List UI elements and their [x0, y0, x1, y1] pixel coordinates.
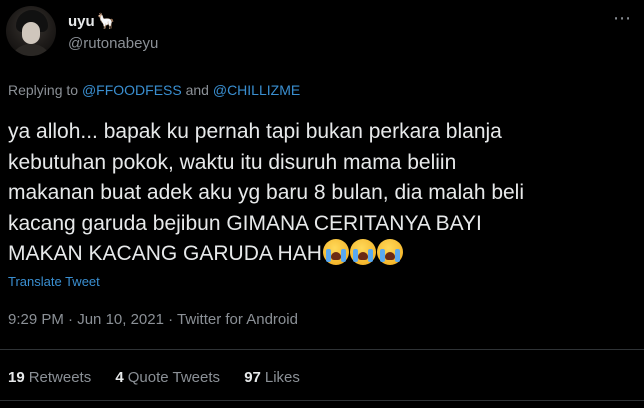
likes-stat[interactable]: 97 Likes: [244, 369, 300, 386]
avatar[interactable]: [6, 6, 56, 56]
tweet-meta: 9:29 PM · Jun 10, 2021 · Twitter for And…: [8, 311, 298, 328]
more-options-icon[interactable]: ⋯: [613, 8, 632, 29]
tweet-body: ya alloh... bapak ku pernah tapi bukan p…: [8, 117, 638, 270]
tweet-text: ya alloh... bapak ku pernah tapi bukan p…: [8, 120, 525, 265]
reply-joiner: and: [185, 82, 209, 98]
reply-prefix: Replying to: [8, 82, 79, 98]
quote-tweets-count: 4: [115, 369, 124, 386]
meta-separator: ·: [168, 311, 174, 328]
quote-tweets-stat[interactable]: 4 Quote Tweets: [115, 369, 220, 386]
reply-context: Replying to @FFOODFESS and @CHILLIZME: [8, 82, 300, 98]
author-name-text: uyu: [68, 13, 95, 30]
tweet-date[interactable]: Jun 10, 2021: [77, 311, 164, 328]
loudly-crying-face-icon: [322, 239, 349, 265]
avatar-shoulders: [10, 44, 52, 56]
avatar-face: [22, 22, 40, 44]
translate-tweet-link[interactable]: Translate Tweet: [8, 274, 100, 289]
retweets-stat[interactable]: 19 Retweets: [8, 369, 91, 386]
divider: [0, 400, 644, 401]
tweet-time[interactable]: 9:29 PM: [8, 311, 64, 328]
author-display-name[interactable]: uyu 🦙: [68, 12, 115, 30]
mention-link-chillizme[interactable]: @CHILLIZME: [213, 82, 300, 98]
retweets-label: Retweets: [28, 369, 92, 386]
author-handle[interactable]: @rutonabeyu: [68, 35, 158, 52]
divider: [0, 349, 644, 350]
likes-count: 97: [244, 369, 261, 386]
likes-label: Likes: [264, 369, 300, 386]
loudly-crying-face-icon: [349, 239, 376, 265]
mention-link-ffoodfess[interactable]: @FFOODFESS: [82, 82, 182, 98]
llama-icon: 🦙: [96, 12, 116, 30]
tweet-source[interactable]: Twitter for Android: [177, 311, 298, 328]
retweets-count: 19: [8, 369, 25, 386]
meta-separator: ·: [68, 311, 74, 328]
engagement-stats: 19 Retweets 4 Quote Tweets 97 Likes: [8, 369, 320, 386]
quote-tweets-label: Quote Tweets: [127, 369, 221, 386]
loudly-crying-face-icon: [376, 239, 403, 265]
